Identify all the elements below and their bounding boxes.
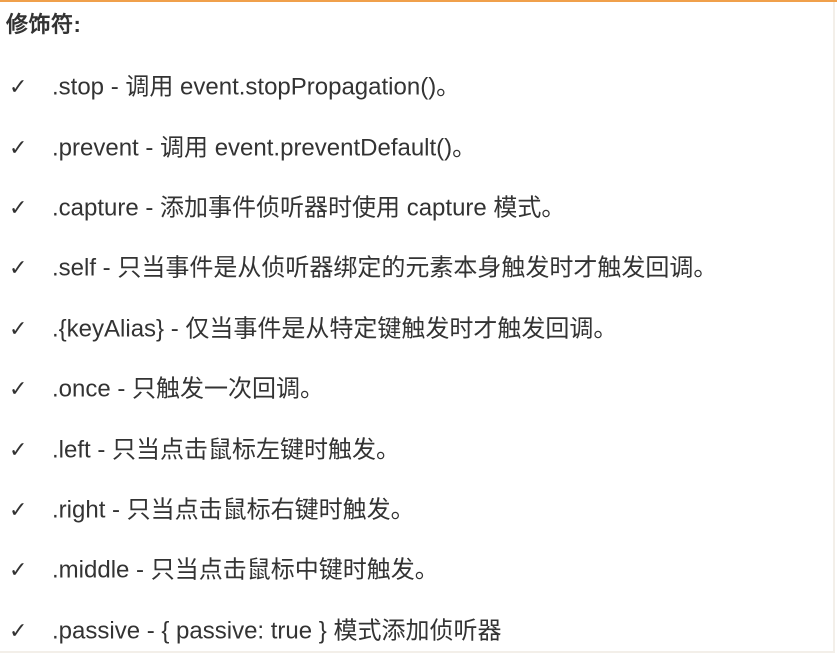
list-item: ✓ .prevent - 调用 event.preventDefault()。 <box>0 118 837 178</box>
list-item-text: .passive - { passive: true } 模式添加侦听器 <box>52 617 502 645</box>
list-item-text: .once - 只触发一次回调。 <box>52 375 325 403</box>
check-icon: ✓ <box>9 558 28 584</box>
list-item-text: .middle - 只当点击鼠标中键时触发。 <box>52 556 439 584</box>
list-item-text: .right - 只当点击鼠标右键时触发。 <box>52 496 415 524</box>
list-item: ✓ .passive - { passive: true } 模式添加侦听器 <box>0 602 837 662</box>
list-item-text: .capture - 添加事件侦听器时使用 capture 模式。 <box>52 194 566 222</box>
check-icon: ✓ <box>9 497 28 523</box>
check-icon: ✓ <box>9 75 28 101</box>
check-icon: ✓ <box>9 618 28 644</box>
list-item-text: .prevent - 调用 event.preventDefault()。 <box>52 134 477 162</box>
list-item: ✓ .stop - 调用 event.stopPropagation()。 <box>0 58 837 118</box>
list-item: ✓ .left - 只当点击鼠标左键时触发。 <box>0 420 837 480</box>
list-item: ✓ .right - 只当点击鼠标右键时触发。 <box>0 481 837 541</box>
check-icon: ✓ <box>9 437 28 463</box>
list-item-text: .{keyAlias} - 仅当事件是从特定键触发时才触发回调。 <box>52 315 618 343</box>
check-icon: ✓ <box>9 377 28 403</box>
check-icon: ✓ <box>9 256 28 282</box>
list-item: ✓ .{keyAlias} - 仅当事件是从特定键触发时才触发回调。 <box>0 300 837 360</box>
list-item: ✓ .middle - 只当点击鼠标中键时触发。 <box>0 541 837 601</box>
list-item: ✓ .self - 只当事件是从侦听器绑定的元素本身触发时才触发回调。 <box>0 239 837 299</box>
modifier-list: ✓ .stop - 调用 event.stopPropagation()。 ✓ … <box>0 58 837 662</box>
check-icon: ✓ <box>9 135 28 161</box>
list-item-text: .left - 只当点击鼠标左键时触发。 <box>52 436 401 464</box>
list-item: ✓ .once - 只触发一次回调。 <box>0 360 837 420</box>
check-icon: ✓ <box>9 316 28 342</box>
list-item-text: .self - 只当事件是从侦听器绑定的元素本身触发时才触发回调。 <box>52 254 718 282</box>
list-item-text: .stop - 调用 event.stopPropagation()。 <box>52 73 461 101</box>
list-item: ✓ .capture - 添加事件侦听器时使用 capture 模式。 <box>0 179 837 239</box>
check-icon: ✓ <box>9 195 28 221</box>
section-title: 修饰符: <box>6 12 82 37</box>
